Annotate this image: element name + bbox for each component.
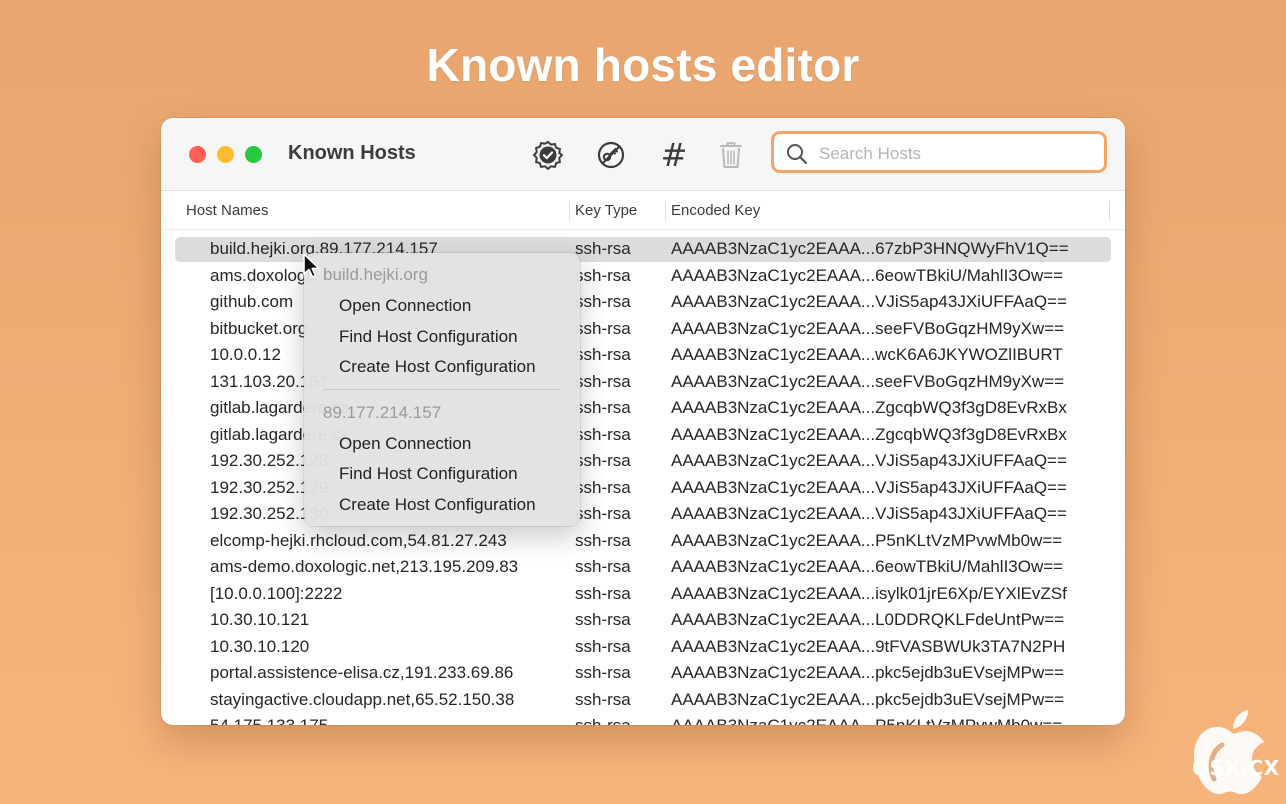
titlebar: Known Hosts # <box>161 118 1125 191</box>
remove-key-button[interactable] <box>594 138 628 172</box>
encoded-key-cell: AAAAB3NzaC1yc2EAAA...seeFVBoGqzHM9yXw== <box>671 318 1065 338</box>
table-row[interactable]: 54.175.133.175 ssh-rsa AAAAB3NzaC1yc2EAAA.… <box>161 713 1125 725</box>
encoded-key-cell: AAAAB3NzaC1yc2EAAA...P5nKLtVzMPvwMb0w== <box>671 530 1063 550</box>
host-name-cell: bitbucket.org <box>210 318 308 338</box>
context-menu: build.hejki.org Open Connection Find Hos… <box>304 253 580 526</box>
menu-find-host-configuration[interactable]: Find Host Configuration <box>339 327 518 347</box>
context-group-header: 89.177.214.157 <box>323 403 442 422</box>
encoded-key-cell: AAAAB3NzaC1yc2EAAA...P5nKLtVzMPvwMb0w== <box>671 716 1062 725</box>
zoom-window-button[interactable] <box>245 146 262 163</box>
key-type-cell: ssh-rsa <box>575 583 631 603</box>
key-type-cell: ssh-rsa <box>575 424 631 444</box>
key-type-cell: ssh-rsa <box>575 345 631 364</box>
table-row[interactable]: 10.30.10.120 ssh-rsa AAAAB3NzaC1yc2EAAA...… <box>161 634 1125 661</box>
no-key-icon <box>597 141 625 169</box>
menu-create-host-configuration[interactable]: Create Host Configuration <box>339 357 536 377</box>
table-row[interactable]: elcomp-hejki.rhcloud.com,54.81.27.243 ssh… <box>161 528 1125 555</box>
encoded-key-cell: AAAAB3NzaC1yc2EAAA...ZgcqbWQ3f3gD8EvRxBx <box>671 424 1067 444</box>
encoded-key-cell: AAAAB3NzaC1yc2EAAA...seeFVBoGqzHM9yXw== <box>671 371 1065 391</box>
watermark-text: OSX.CX <box>1192 756 1280 780</box>
key-type-cell: ssh-rsa <box>575 636 631 656</box>
encoded-key-cell: AAAAB3NzaC1yc2EAAA...ZgcqbWQ3f3gD8EvRxBx <box>671 398 1067 417</box>
host-name-cell: elcomp-hejki.rhcloud.com,54.81.27.243 <box>210 530 507 550</box>
column-divider[interactable] <box>569 201 570 221</box>
key-type-cell: ssh-rsa <box>575 663 631 682</box>
host-name-cell: 10.30.10.120 <box>210 636 310 656</box>
apple-logo-icon <box>1193 710 1264 795</box>
encoded-key-cell: AAAAB3NzaC1yc2EAAA...pkc5ejdb3uEVsejMPw=… <box>671 663 1065 682</box>
search-input[interactable] <box>817 140 1101 168</box>
host-name-cell: 10.30.10.121 <box>210 610 310 629</box>
key-type-cell: ssh-rsa <box>575 610 631 629</box>
host-name-cell: [10.0.0.100]:2222 <box>210 583 343 603</box>
encoded-key-cell: AAAAB3NzaC1yc2EAAA...9tFVASBWUk3TA7N2PH <box>671 636 1066 656</box>
menu-find-host-configuration[interactable]: Find Host Configuration <box>339 464 518 484</box>
host-name-cell: ams-demo.doxologic.net,213.195.209.83 <box>210 557 519 576</box>
table-row[interactable]: [10.0.0.100]:2222 ssh-rsa AAAAB3NzaC1yc2EA… <box>161 581 1125 608</box>
column-divider[interactable] <box>665 201 666 221</box>
table-row[interactable]: portal.assistence-elisa.cz,191.233.69.86… <box>161 660 1125 687</box>
key-type-cell: ssh-rsa <box>575 716 631 725</box>
key-type-cell: ssh-rsa <box>575 557 631 576</box>
host-name-cell: stayingactive.cloudapp.net,65.52.150.38 <box>210 689 515 709</box>
column-key-type[interactable]: Key Type <box>575 202 637 219</box>
key-type-cell: ssh-rsa <box>575 504 631 523</box>
table-row[interactable]: ams-demo.doxologic.net,213.195.209.83 ssh… <box>161 554 1125 581</box>
encoded-key-cell: AAAAB3NzaC1yc2EAAA...67zbP3HNQWyFhV1Q== <box>671 239 1069 258</box>
close-window-button[interactable] <box>189 146 206 163</box>
key-type-cell: ssh-rsa <box>575 451 631 470</box>
column-host-names[interactable]: Host Names <box>186 202 269 219</box>
headline: Known hosts editor <box>426 39 860 91</box>
host-name-cell: 54.175.133.175 <box>210 716 328 725</box>
menu-open-connection[interactable]: Open Connection <box>339 296 471 316</box>
search-icon <box>787 144 808 165</box>
search-field[interactable] <box>771 131 1107 173</box>
trash-icon <box>720 142 742 168</box>
mouse-cursor-icon <box>303 253 320 278</box>
host-name-cell: 10.0.0.12 <box>210 345 281 364</box>
column-encoded-key[interactable]: Encoded Key <box>671 202 760 219</box>
encoded-key-cell: AAAAB3NzaC1yc2EAAA...VJiS5ap43JXiUFFAaQ=… <box>671 477 1067 497</box>
key-type-cell: ssh-rsa <box>575 371 631 391</box>
column-divider[interactable] <box>1109 201 1110 221</box>
key-type-cell: ssh-rsa <box>575 265 631 285</box>
key-type-cell: ssh-rsa <box>575 530 631 550</box>
window-title: Known Hosts <box>288 142 416 164</box>
hash-icon: # <box>660 136 688 174</box>
hash-hosts-button[interactable]: # <box>657 138 691 172</box>
encoded-key-cell: AAAAB3NzaC1yc2EAAA...pkc5ejdb3uEVsejMPw=… <box>671 689 1065 709</box>
check-badge-icon <box>533 140 563 170</box>
minimize-window-button[interactable] <box>217 146 234 163</box>
key-type-cell: ssh-rsa <box>575 318 631 338</box>
key-type-cell: ssh-rsa <box>575 239 631 258</box>
table-row[interactable]: 10.30.10.121 ssh-rsa AAAAB3NzaC1yc2EAAA...… <box>161 607 1125 634</box>
verify-host-button[interactable] <box>531 138 565 172</box>
encoded-key-cell: AAAAB3NzaC1yc2EAAA...wcK6A6JKYWOZlIBURT <box>671 345 1063 364</box>
encoded-key-cell: AAAAB3NzaC1yc2EAAA...VJiS5ap43JXiUFFAaQ=… <box>671 292 1067 311</box>
encoded-key-cell: AAAAB3NzaC1yc2EAAA...VJiS5ap43JXiUFFAaQ=… <box>671 504 1067 523</box>
encoded-key-cell: AAAAB3NzaC1yc2EAAA...isylk01jrE6Xp/EYXlE… <box>671 583 1067 603</box>
key-type-cell: ssh-rsa <box>575 292 631 311</box>
encoded-key-cell: AAAAB3NzaC1yc2EAAA...6eowTBkiU/MahlI3Ow=… <box>671 557 1064 576</box>
encoded-key-cell: AAAAB3NzaC1yc2EAAA...VJiS5ap43JXiUFFAaQ=… <box>671 451 1067 470</box>
key-type-cell: ssh-rsa <box>575 477 631 497</box>
table-header: Host Names Key Type Encoded Key <box>161 191 1125 230</box>
menu-open-connection[interactable]: Open Connection <box>339 434 471 454</box>
key-type-cell: ssh-rsa <box>575 689 631 709</box>
menu-separator <box>323 389 561 390</box>
table-row[interactable]: stayingactive.cloudapp.net,65.52.150.38 s… <box>161 687 1125 714</box>
key-type-cell: ssh-rsa <box>575 398 631 417</box>
encoded-key-cell: AAAAB3NzaC1yc2EAAA...6eowTBkiU/MahlI3Ow=… <box>671 265 1064 285</box>
host-name-cell: portal.assistence-elisa.cz,191.233.69.86 <box>210 663 514 682</box>
delete-host-button[interactable] <box>714 138 748 172</box>
host-name-cell: github.com <box>210 292 294 311</box>
context-group-header: build.hejki.org <box>323 265 428 284</box>
encoded-key-cell: AAAAB3NzaC1yc2EAAA...L0DDRQKLFdeUntPw== <box>671 610 1065 629</box>
menu-create-host-configuration[interactable]: Create Host Configuration <box>339 495 536 515</box>
